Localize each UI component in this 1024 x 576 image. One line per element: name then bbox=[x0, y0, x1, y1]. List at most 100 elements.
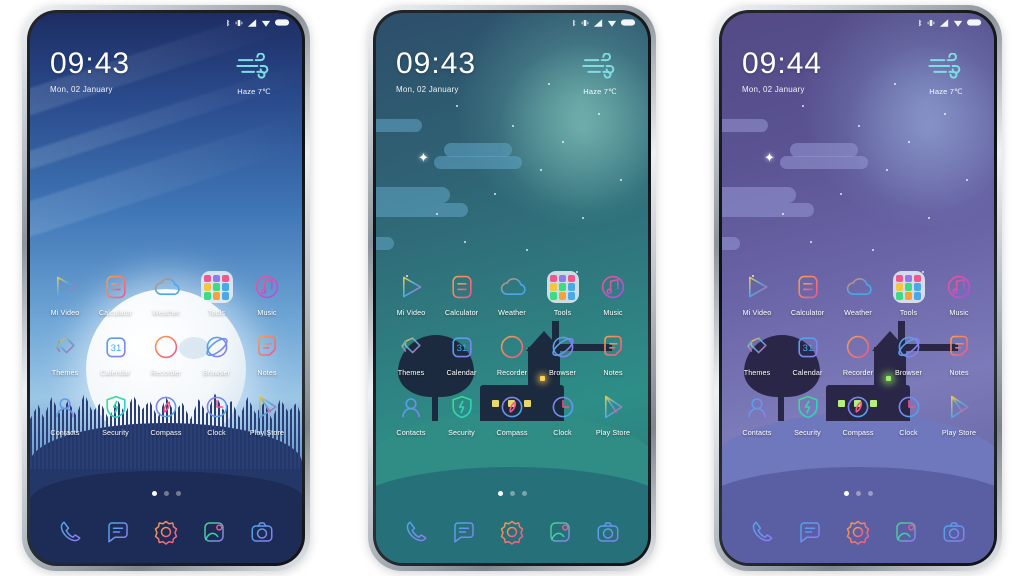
app-play-store[interactable]: Play Store bbox=[934, 391, 984, 437]
app-browser[interactable]: Browser bbox=[192, 331, 242, 377]
tools-folder-icon bbox=[892, 271, 925, 303]
app-themes[interactable]: Themes bbox=[732, 331, 782, 377]
app-clock[interactable]: Clock bbox=[538, 391, 588, 437]
app-calendar[interactable]: 31 Calendar bbox=[437, 331, 487, 377]
page-dot-1[interactable] bbox=[497, 491, 503, 496]
weather-widget[interactable]: Haze 7℃ bbox=[914, 52, 978, 96]
dock-messages[interactable] bbox=[449, 517, 479, 547]
app-mi-video[interactable]: Mi Video bbox=[386, 271, 436, 317]
app-calculator[interactable]: Calculator bbox=[91, 271, 141, 317]
dock-messages[interactable] bbox=[103, 517, 133, 547]
app-tools[interactable]: Tools bbox=[192, 271, 242, 317]
app-mi-video[interactable]: Mi Video bbox=[40, 271, 90, 317]
cloud bbox=[376, 237, 394, 250]
app-label: Calculator bbox=[98, 308, 133, 317]
gallery-icon bbox=[545, 517, 575, 547]
phone-left: 09:43 Mon, 02 January Haze 7℃ Mi Video C… bbox=[22, 5, 310, 571]
calendar-icon: 31 bbox=[100, 331, 132, 363]
app-contacts[interactable]: Contacts bbox=[40, 391, 90, 437]
app-tools[interactable]: Tools bbox=[538, 271, 588, 317]
dock-settings[interactable] bbox=[843, 517, 873, 547]
app-row: Contacts Security Compass Clock Play Sto… bbox=[386, 391, 638, 437]
dock-camera[interactable] bbox=[247, 517, 277, 547]
app-notes[interactable]: Notes bbox=[934, 331, 984, 377]
app-contacts[interactable]: Contacts bbox=[732, 391, 782, 437]
app-label: Mi Video bbox=[742, 308, 772, 317]
app-browser[interactable]: Browser bbox=[884, 331, 934, 377]
dock-gallery[interactable] bbox=[199, 517, 229, 547]
app-music[interactable]: Music bbox=[588, 271, 638, 317]
clock-widget[interactable]: 09:44 Mon, 02 January bbox=[742, 49, 822, 95]
app-weather[interactable]: Weather bbox=[141, 271, 191, 317]
app-notes[interactable]: Notes bbox=[242, 331, 292, 377]
app-calculator[interactable]: Calculator bbox=[783, 271, 833, 317]
page-dot-3[interactable] bbox=[867, 491, 873, 496]
clock-widget[interactable]: 09:43 Mon, 02 January bbox=[396, 49, 476, 95]
app-recorder[interactable]: Recorder bbox=[141, 331, 191, 377]
weather-widget[interactable]: Haze 7℃ bbox=[222, 52, 286, 96]
app-security[interactable]: Security bbox=[783, 391, 833, 437]
dock-camera[interactable] bbox=[939, 517, 969, 547]
dock-gallery[interactable] bbox=[891, 517, 921, 547]
page-indicator[interactable] bbox=[722, 491, 994, 496]
weather-widget[interactable]: Haze 7℃ bbox=[568, 52, 632, 96]
notes-icon bbox=[943, 331, 975, 363]
app-weather[interactable]: Weather bbox=[487, 271, 537, 317]
page-dot-3[interactable] bbox=[175, 491, 181, 496]
settings-gear-icon bbox=[843, 517, 873, 547]
page-indicator[interactable] bbox=[30, 491, 302, 496]
page-dot-2[interactable] bbox=[855, 491, 861, 496]
dock-gallery[interactable] bbox=[545, 517, 575, 547]
app-themes[interactable]: Themes bbox=[386, 331, 436, 377]
app-row: Contacts Security Compass Clock Play Sto… bbox=[732, 391, 984, 437]
app-tools[interactable]: Tools bbox=[884, 271, 934, 317]
app-notes[interactable]: Notes bbox=[588, 331, 638, 377]
app-clock[interactable]: Clock bbox=[884, 391, 934, 437]
dock-settings[interactable] bbox=[151, 517, 181, 547]
app-themes[interactable]: Themes bbox=[40, 331, 90, 377]
app-recorder[interactable]: Recorder bbox=[487, 331, 537, 377]
app-contacts[interactable]: Contacts bbox=[386, 391, 436, 437]
clock-widget[interactable]: 09:43 Mon, 02 January bbox=[50, 49, 130, 95]
phone-handset-icon bbox=[747, 517, 777, 547]
dock-phone[interactable] bbox=[747, 517, 777, 547]
app-row: Mi Video Calculator Weather Tools Music bbox=[40, 271, 292, 317]
app-browser[interactable]: Browser bbox=[538, 331, 588, 377]
dock-camera[interactable] bbox=[593, 517, 623, 547]
page-dot-2[interactable] bbox=[163, 491, 169, 496]
dock-phone[interactable] bbox=[55, 517, 85, 547]
app-label: Notes bbox=[603, 368, 623, 377]
app-label: Music bbox=[603, 308, 623, 317]
page-dot-1[interactable] bbox=[151, 491, 157, 496]
page-dot-2[interactable] bbox=[509, 491, 515, 496]
mi-video-icon bbox=[49, 271, 81, 303]
phone-bezel: ✦ bbox=[719, 10, 997, 566]
dock-phone[interactable] bbox=[401, 517, 431, 547]
app-calendar[interactable]: 31 Calendar bbox=[783, 331, 833, 377]
app-play-store[interactable]: Play Store bbox=[588, 391, 638, 437]
app-recorder[interactable]: Recorder bbox=[833, 331, 883, 377]
app-compass[interactable]: Compass bbox=[487, 391, 537, 437]
app-compass[interactable]: Compass bbox=[141, 391, 191, 437]
app-clock[interactable]: Clock bbox=[192, 391, 242, 437]
app-calculator[interactable]: Calculator bbox=[437, 271, 487, 317]
page-dot-1[interactable] bbox=[843, 491, 849, 496]
app-compass[interactable]: Compass bbox=[833, 391, 883, 437]
page-indicator[interactable] bbox=[376, 491, 648, 496]
app-label: Contacts bbox=[50, 428, 80, 437]
phone-right: ✦ 09:44 Mon, 02 January Haze 7℃ Mi Video… bbox=[714, 5, 1002, 571]
app-security[interactable]: Security bbox=[91, 391, 141, 437]
app-music[interactable]: Music bbox=[242, 271, 292, 317]
app-calendar[interactable]: 31 Calendar bbox=[91, 331, 141, 377]
app-security[interactable]: Security bbox=[437, 391, 487, 437]
dock-messages[interactable] bbox=[795, 517, 825, 547]
app-music[interactable]: Music bbox=[934, 271, 984, 317]
signal-icon bbox=[939, 18, 949, 27]
app-mi-video[interactable]: Mi Video bbox=[732, 271, 782, 317]
dock-settings[interactable] bbox=[497, 517, 527, 547]
phone-showcase-scene: 09:43 Mon, 02 January Haze 7℃ Mi Video C… bbox=[0, 0, 1024, 576]
page-dot-3[interactable] bbox=[521, 491, 527, 496]
app-play-store[interactable]: Play Store bbox=[242, 391, 292, 437]
security-shield-icon bbox=[100, 391, 132, 423]
app-weather[interactable]: Weather bbox=[833, 271, 883, 317]
